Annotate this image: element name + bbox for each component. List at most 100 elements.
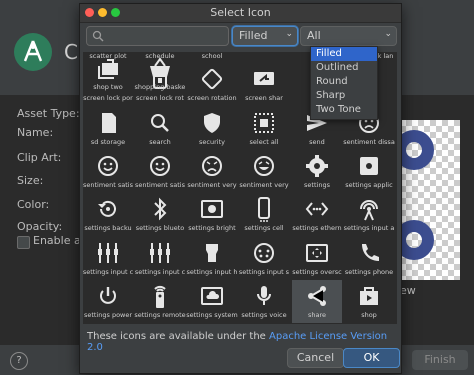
icon-tile-settings[interactable]: settings [292, 150, 342, 193]
screen-rotation-icon [201, 68, 223, 90]
icon-tile-label: settings input c [134, 268, 186, 276]
icon-tile-settings-applications[interactable]: settings applic [344, 150, 394, 193]
icon-tile-sentiment-satisfied[interactable]: sentiment satis [83, 150, 133, 193]
select-all-icon [254, 113, 274, 133]
icon-tile-label: settings [304, 181, 330, 189]
style-option-outlined[interactable]: Outlined [311, 61, 377, 75]
sd-storage-icon [102, 113, 116, 133]
style-option-sharp[interactable]: Sharp [311, 89, 377, 103]
icon-tile-settings-input-component[interactable]: settings input c [83, 237, 133, 280]
screen-share-icon [254, 72, 274, 85]
icon-tile-label: settings input c [83, 268, 134, 276]
color-label: Color: [17, 198, 50, 211]
icon-tile-label: sd storage [90, 138, 126, 146]
finish-button[interactable]: Finish [412, 350, 468, 370]
icon-tile-shop[interactable]: shop [344, 280, 394, 323]
icon-tile-label: settings system [186, 311, 238, 319]
sentiment-satisfied-icon [98, 156, 118, 176]
cancel-button[interactable]: Cancel [287, 348, 344, 368]
settings-input-composite-icon [150, 243, 170, 263]
settings-ethernet-icon [305, 202, 329, 216]
icon-tile-settings-system-daydream[interactable]: settings system [186, 280, 238, 323]
icon-tile-label: settings oversc [292, 268, 342, 276]
help-button[interactable]: ? [10, 352, 28, 370]
icon-tile-sentiment-satisfied-alt[interactable]: sentiment satis [135, 150, 185, 193]
icon-tile-label: screen lock por [83, 94, 133, 102]
name-label: Name: [17, 126, 54, 139]
icon-tile-settings-cell[interactable]: settings cell [239, 193, 289, 236]
shop-two-icon [98, 59, 118, 79]
icon-tile-settings-power[interactable]: settings power [83, 280, 133, 323]
settings-input-hdmi-icon [206, 244, 218, 262]
chevron-down-icon: ⌄ [285, 29, 293, 39]
enable-checkbox[interactable] [17, 236, 30, 249]
icon-tile-label: settings blueto [135, 224, 185, 232]
icon-tile-settings-remote[interactable]: settings remote [134, 280, 186, 323]
icon-tile-label: sentiment very [239, 181, 289, 189]
share-icon [308, 286, 326, 306]
search-input[interactable] [86, 26, 229, 46]
icon-tile-screen-share[interactable]: screen shar [239, 63, 289, 106]
ok-button[interactable]: OK [343, 348, 400, 368]
style-dropdown[interactable]: Filled ⌄ [232, 26, 298, 46]
icon-tile-shopping-basket[interactable]: shopping baske [135, 52, 185, 95]
icon-tile-sd-storage[interactable]: sd storage [83, 107, 133, 150]
style-option-round[interactable]: Round [311, 75, 377, 89]
dialog-titlebar: Select Icon [80, 4, 401, 23]
license-text: These icons are available under the [87, 331, 266, 342]
icon-tile-label: sentiment dissa [343, 138, 395, 146]
asset-type-label: Asset Type: [17, 107, 80, 120]
icon-tile-settings-phone[interactable]: settings phone [344, 237, 394, 280]
android-studio-logo [14, 33, 52, 71]
icon-tile-sentiment-very-satisfied[interactable]: sentiment very [239, 150, 289, 193]
shopping-basket-icon [150, 57, 170, 77]
settings-input-svideo-icon [254, 243, 274, 263]
category-dropdown[interactable]: All ⌄ [300, 26, 397, 46]
icon-tile-label: shop [361, 311, 377, 319]
icon-tile-screen-rotation[interactable]: screen rotation [187, 63, 237, 106]
settings-icon [306, 155, 328, 177]
icon-tile-search[interactable]: search [135, 107, 185, 150]
icon-tile-settings-bluetooth[interactable]: settings blueto [135, 193, 185, 236]
style-dropdown-menu: Filled Outlined Round Sharp Two Tone [310, 46, 378, 120]
settings-cell-icon [258, 197, 270, 222]
icon-tile-settings-input-antenna[interactable]: settings input a [344, 193, 394, 236]
icon-tile-label: settings input s [238, 268, 290, 276]
icon-tile-label: screen lock rot [136, 94, 184, 102]
icon-tile-label: share [307, 311, 327, 319]
icon-tile-settings-voice[interactable]: settings voice [239, 280, 289, 323]
security-icon [204, 113, 220, 133]
dialog-title: Select Icon [210, 6, 271, 19]
settings-backup-restore-icon [98, 200, 116, 217]
icon-tile-label: sentiment satis [134, 181, 186, 189]
icon-tile-label: settings applic [345, 181, 393, 189]
icon-tile-label: settings bright [188, 224, 236, 232]
settings-power-icon [100, 287, 116, 304]
icon-tile-settings-input-svideo[interactable]: settings input s [239, 237, 289, 280]
style-option-two-tone[interactable]: Two Tone [311, 103, 377, 117]
icon-tile-settings-backup-restore[interactable]: settings backu [83, 193, 133, 236]
style-option-filled[interactable]: Filled [311, 47, 377, 61]
icon-tile-settings-brightness[interactable]: settings bright [187, 193, 237, 236]
icon-tile-school[interactable]: school [187, 52, 237, 62]
sentiment-very-dissatisfied-icon [202, 156, 222, 176]
icon-tile-settings-overscan[interactable]: settings oversc [292, 237, 342, 280]
icon-tile-label: select all [249, 138, 279, 146]
icon-tile-share[interactable]: share [292, 280, 342, 323]
icon-tile-sentiment-very-dissatisfied[interactable]: sentiment very [187, 150, 237, 193]
chevron-down-icon: ⌄ [384, 29, 392, 39]
select-icon-dialog: Select Icon Filled ⌄ All ⌄ scatter plot s… [79, 3, 402, 374]
icon-tile-select-all[interactable]: select all [239, 107, 289, 150]
icon-tile-settings-input-composite[interactable]: settings input c [135, 237, 185, 280]
icon-tile-hidden[interactable] [239, 52, 289, 62]
settings-bluetooth-icon [154, 197, 167, 221]
icon-tile-label: settings remote [134, 311, 186, 319]
icon-tile-settings-ethernet[interactable]: settings ethern [292, 193, 342, 236]
icon-tile-label: search [149, 138, 171, 146]
icon-tile-security[interactable]: security [187, 107, 237, 150]
icon-tile-settings-input-hdmi[interactable]: settings input h [187, 237, 237, 280]
opacity-label: Opacity: [17, 220, 63, 233]
icon-tile-shop-two[interactable]: shop two [83, 52, 133, 95]
settings-brightness-icon [201, 200, 223, 218]
icon-tile-label: settings input h [186, 268, 238, 276]
